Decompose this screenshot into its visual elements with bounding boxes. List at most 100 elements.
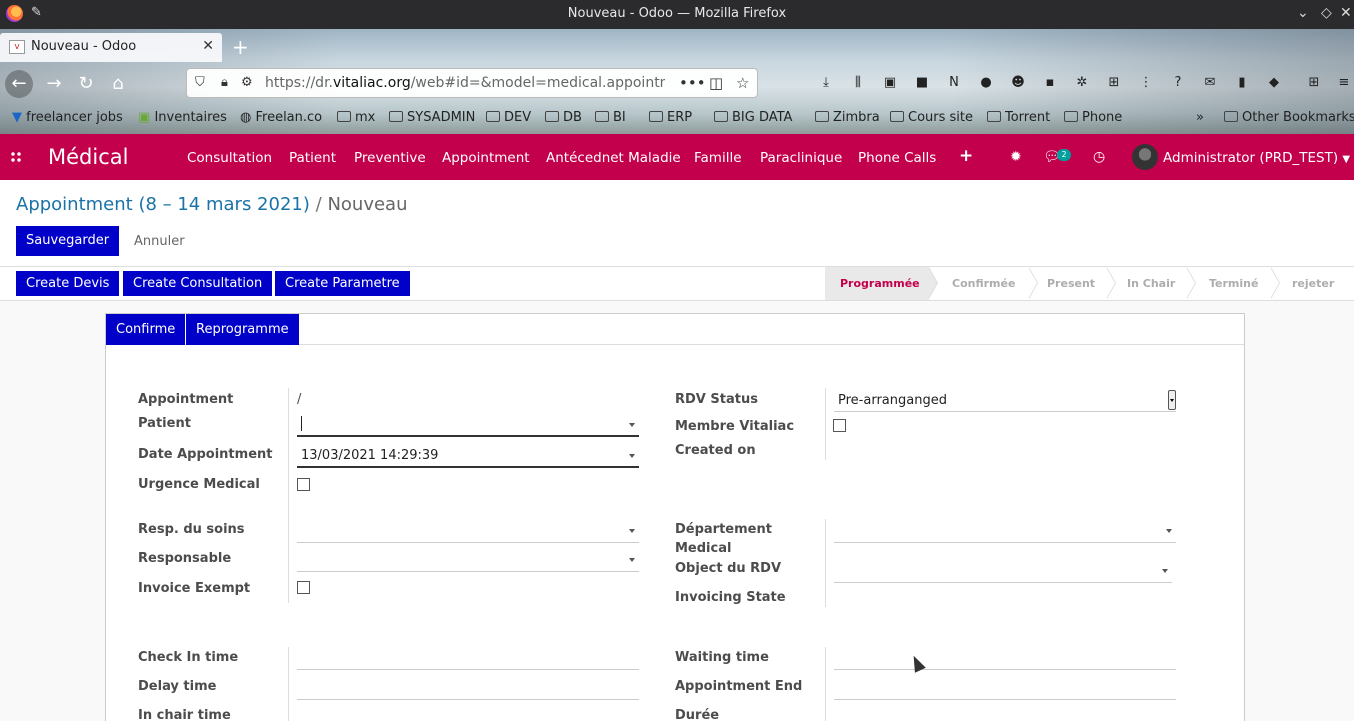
close-window-icon[interactable]: ✕ (1340, 5, 1352, 21)
bookmark-folder-bi[interactable]: BI (595, 110, 626, 125)
resp-du-soins-field[interactable] (297, 521, 639, 543)
extension-n-icon[interactable]: N (946, 75, 962, 91)
url-bar[interactable]: ⛉ 🔒︎ ⚙ https://dr.vitaliac.org/web#id=&m… (186, 68, 758, 98)
bookmark-freelancer[interactable]: ▼ freelancer jobs (12, 110, 123, 125)
bookmark-folder-torrent[interactable]: Torrent (987, 110, 1050, 125)
bookmark-star-icon[interactable]: ☆ (736, 74, 749, 92)
debug-bug-icon[interactable]: ✹ (1010, 149, 1022, 165)
bookmark-folder-db[interactable]: DB (545, 110, 582, 125)
lock-icon[interactable]: 🔒︎ (221, 75, 228, 90)
date-appointment-field[interactable]: 13/03/2021 14:29:39 (297, 446, 639, 468)
delay-time-field[interactable] (297, 678, 639, 700)
bookmark-freelanco[interactable]: ◍ Freelan.co (240, 110, 322, 125)
responsable-field[interactable] (297, 550, 639, 572)
create-devis-button[interactable]: Create Devis (16, 271, 120, 296)
bookmark-folder-zimbra[interactable]: Zimbra (815, 110, 880, 125)
bookmark-folder-dev[interactable]: DEV (486, 110, 531, 125)
invoice-exempt-checkbox[interactable] (297, 581, 310, 594)
discard-button[interactable]: Annuler (134, 234, 185, 249)
create-consultation-button[interactable]: Create Consultation (123, 271, 273, 296)
bookmark-inventaires[interactable]: ▣ Inventaires (138, 110, 227, 125)
check-in-time-field[interactable] (297, 648, 639, 670)
add-menu-icon[interactable]: + (959, 146, 973, 166)
create-parametre-button[interactable]: Create Parametre (275, 271, 410, 296)
bookmark-folder-sysadmin[interactable]: SYSADMIN (389, 110, 475, 125)
hamburger-menu-icon[interactable]: ≡ (1336, 75, 1352, 91)
page-actions-icon[interactable]: ••• (679, 74, 706, 92)
appointment-end-field[interactable] (834, 678, 1176, 700)
chevron-down-icon[interactable] (1162, 569, 1168, 573)
minimize-icon[interactable]: ⌄ (1297, 5, 1309, 21)
browser-tab[interactable]: V Nouveau - Odoo ✕ (0, 33, 222, 62)
stage-programmee[interactable]: Programmée (825, 267, 929, 300)
user-menu[interactable]: Administrator (PRD_TEST) ▼ (1163, 150, 1350, 166)
membre-vitaliac-checkbox[interactable] (833, 419, 846, 432)
stage-in-chair[interactable]: In Chair (1127, 267, 1175, 300)
maximize-icon[interactable]: ◇ (1321, 5, 1332, 21)
reload-icon[interactable]: ↻ (72, 70, 100, 98)
chevron-down-icon[interactable] (629, 454, 635, 458)
menu-paraclinique[interactable]: Paraclinique (760, 150, 842, 166)
stage-confirmee[interactable]: Confirmée (952, 267, 1015, 300)
extension-phone-icon[interactable]: ▮ (1234, 75, 1250, 91)
url-text[interactable]: https://dr.vitaliac.org/web#id=&model=me… (265, 75, 665, 91)
home-icon[interactable]: ⌂ (104, 70, 132, 98)
extension-dots-icon[interactable]: ● (978, 75, 994, 91)
menu-patient[interactable]: Patient (289, 150, 336, 166)
bookmark-folder-erp[interactable]: ERP (649, 110, 692, 125)
extension-monkey-icon[interactable]: ☻ (1010, 75, 1026, 91)
app-name[interactable]: Médical (48, 145, 128, 169)
menu-appointment[interactable]: Appointment (442, 150, 530, 166)
extension-gear-icon[interactable]: ✲ (1074, 75, 1090, 91)
menu-phone-calls[interactable]: Phone Calls (858, 150, 936, 166)
chevron-down-icon[interactable] (1166, 529, 1172, 533)
in-chair-time-field[interactable] (297, 708, 639, 721)
extension-film-icon[interactable]: ⊞ (1106, 75, 1122, 91)
bookmark-folder-phone[interactable]: Phone (1064, 110, 1122, 125)
extension-divider-icon[interactable]: ⋮ (1138, 75, 1154, 91)
patient-field[interactable] (297, 415, 639, 437)
waiting-time-field[interactable] (834, 648, 1176, 670)
back-arrow-icon[interactable]: ← (5, 70, 33, 98)
stage-termine[interactable]: Terminé (1209, 267, 1258, 300)
bookmarks-overflow-icon[interactable]: » (1196, 110, 1204, 125)
tab-close-icon[interactable]: ✕ (202, 38, 214, 54)
object-du-rdv-field[interactable] (834, 561, 1172, 583)
download-icon[interactable]: ⤓ (818, 75, 834, 91)
activity-clock-icon[interactable]: ◷ (1093, 149, 1105, 165)
bookmark-folder-bigdata[interactable]: BIG DATA (714, 110, 792, 125)
reprogramme-button[interactable]: Reprogramme (186, 314, 299, 345)
menu-consultation[interactable]: Consultation (187, 150, 272, 166)
save-button[interactable]: Sauvegarder (16, 226, 120, 256)
chevron-down-icon[interactable] (629, 558, 635, 562)
library-icon[interactable]: ⫼ (850, 75, 866, 91)
confirme-button[interactable]: Confirme (106, 314, 186, 345)
menu-famille[interactable]: Famille (694, 150, 742, 166)
breadcrumb-parent[interactable]: Appointment (8 – 14 mars 2021) (16, 194, 310, 215)
chevron-down-icon[interactable] (629, 423, 635, 427)
bookmark-folder-cours[interactable]: Cours site (890, 110, 973, 125)
forward-arrow-icon[interactable]: → (40, 70, 68, 98)
pocket-icon[interactable]: ◫ (709, 74, 723, 92)
chevron-down-icon[interactable] (629, 529, 635, 533)
select-arrow-icon[interactable] (1168, 390, 1176, 410)
urgence-medical-checkbox[interactable] (297, 478, 310, 491)
apps-grid-icon[interactable] (10, 151, 22, 163)
sidebar-icon[interactable]: ▣ (882, 75, 898, 91)
help-icon[interactable]: ? (1170, 75, 1186, 91)
extension-suit-icon[interactable]: ■ (914, 75, 930, 91)
avatar[interactable] (1132, 144, 1158, 170)
mail-icon[interactable]: ✉ (1202, 75, 1218, 91)
rdv-status-select[interactable]: Pre-arranganged (834, 390, 1176, 412)
extension-red-icon[interactable]: ◆ (1266, 75, 1282, 91)
shield-icon[interactable]: ⛉ (195, 75, 205, 90)
duree-field[interactable] (834, 708, 1176, 721)
other-bookmarks[interactable]: Other Bookmarks (1224, 110, 1354, 125)
extension-screen-icon[interactable]: ▪ (1042, 75, 1058, 91)
stage-present[interactable]: Present (1047, 267, 1095, 300)
stage-rejeter[interactable]: rejeter (1292, 267, 1334, 300)
departement-medical-field[interactable] (834, 521, 1176, 543)
permissions-icon[interactable]: ⚙ (241, 75, 253, 90)
extensions-grid-icon[interactable]: ⊞ (1306, 75, 1322, 91)
new-tab-icon[interactable]: + (232, 35, 249, 59)
